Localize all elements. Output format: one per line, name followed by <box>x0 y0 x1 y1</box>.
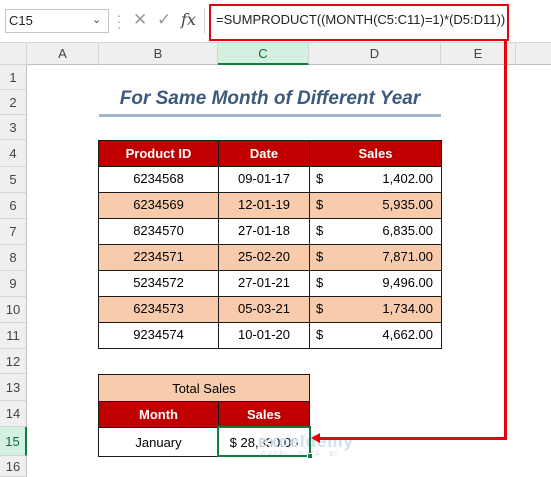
row-header-12[interactable]: 12 <box>0 349 27 374</box>
formula-input[interactable]: =SUMPRODUCT((MONTH(C5:C11)=1)*(D5:D11)) <box>216 12 505 27</box>
table-cell-product-id[interactable]: 6234568 <box>98 166 219 193</box>
table-cell-date[interactable]: 27-01-21 <box>218 270 310 297</box>
chevron-down-icon[interactable]: ⌄ <box>92 13 101 26</box>
row-header-9[interactable]: 9 <box>0 271 27 297</box>
column-header-b[interactable]: B <box>99 43 218 65</box>
row-header-4[interactable]: 4 <box>0 140 27 167</box>
column-header-f[interactable] <box>516 43 551 65</box>
cancel-icon[interactable]: ✕ <box>133 10 147 30</box>
header-product-id: Product ID <box>98 140 219 167</box>
table-cell-product-id[interactable]: 9234574 <box>98 322 219 349</box>
drag-handle-icon[interactable]: · · · <box>116 8 122 34</box>
header-month: Month <box>98 401 219 428</box>
currency-symbol: $ <box>316 301 324 316</box>
row-header-1[interactable]: 1 <box>0 65 27 90</box>
row-header-5[interactable]: 5 <box>0 167 27 193</box>
table-cell-date[interactable]: 10-01-20 <box>218 322 310 349</box>
table-cell-product-id[interactable]: 6234569 <box>98 192 219 219</box>
row-header-2[interactable]: 2 <box>0 90 27 115</box>
row-header-6[interactable]: 6 <box>0 193 27 219</box>
currency-symbol: $ <box>316 249 324 264</box>
sales-amount: 9,496.00 <box>382 275 433 290</box>
row-header-7[interactable]: 7 <box>0 219 27 245</box>
currency-symbol: $ <box>316 275 324 290</box>
header-summary-sales: Sales <box>218 401 310 428</box>
name-box-value: C15 <box>9 13 33 28</box>
column-header-c[interactable]: C <box>218 43 309 65</box>
table-cell-date[interactable]: 27-01-18 <box>218 218 310 245</box>
formula-bar-divider <box>204 8 205 34</box>
table-cell-sales[interactable]: $ 6,835.00 <box>309 218 442 245</box>
select-all-corner[interactable] <box>0 43 27 65</box>
currency-symbol: $ <box>316 223 324 238</box>
active-cell-selection <box>217 426 311 457</box>
sales-amount: 1,402.00 <box>382 171 433 186</box>
row-header-10[interactable]: 10 <box>0 297 27 323</box>
annotation-arrow-icon <box>311 433 320 443</box>
table-cell-sales[interactable]: $ 4,662.00 <box>309 322 442 349</box>
enter-icon[interactable]: ✓ <box>157 10 171 30</box>
sheet-title: For Same Month of Different Year <box>119 88 421 109</box>
table-cell-date[interactable]: 12-01-19 <box>218 192 310 219</box>
sales-amount: 7,871.00 <box>382 249 433 264</box>
table-cell-date[interactable]: 05-03-21 <box>218 296 310 323</box>
table-cell-sales[interactable]: $ 1,734.00 <box>309 296 442 323</box>
header-sales: Sales <box>309 140 442 167</box>
table-cell-sales[interactable]: $ 7,871.00 <box>309 244 442 271</box>
currency-symbol: $ <box>316 171 324 186</box>
sales-amount: 1,734.00 <box>382 301 433 316</box>
table-cell-date[interactable]: 09-01-17 <box>218 166 310 193</box>
row-header-3[interactable]: 3 <box>0 115 27 140</box>
annotation-line-horizontal <box>318 437 507 440</box>
table-cell-sales[interactable]: $ 1,402.00 <box>309 166 442 193</box>
total-sales-title: Total Sales <box>98 374 310 402</box>
table-cell-sales[interactable]: $ 5,935.00 <box>309 192 442 219</box>
month-cell[interactable]: January <box>98 427 219 457</box>
row-header-15[interactable]: 15 <box>0 427 27 456</box>
table-cell-date[interactable]: 25-02-20 <box>218 244 310 271</box>
table-cell-product-id[interactable]: 5234572 <box>98 270 219 297</box>
title-underline <box>99 114 441 117</box>
header-date: Date <box>218 140 310 167</box>
column-header-d[interactable]: D <box>309 43 441 65</box>
annotation-line-vertical <box>504 40 507 440</box>
row-header-14[interactable]: 14 <box>0 401 27 427</box>
sales-amount: 4,662.00 <box>382 327 433 342</box>
table-cell-sales[interactable]: $ 9,496.00 <box>309 270 442 297</box>
fill-handle[interactable] <box>307 453 313 459</box>
sales-amount: 6,835.00 <box>382 223 433 238</box>
row-header-11[interactable]: 11 <box>0 323 27 349</box>
row-header-8[interactable]: 8 <box>0 245 27 271</box>
table-cell-product-id[interactable]: 6234573 <box>98 296 219 323</box>
table-cell-product-id[interactable]: 8234570 <box>98 218 219 245</box>
column-header-a[interactable]: A <box>27 43 99 65</box>
currency-symbol: $ <box>316 197 324 212</box>
table-cell-product-id[interactable]: 2234571 <box>98 244 219 271</box>
insert-function-icon[interactable]: fx <box>181 10 196 29</box>
row-header-13[interactable]: 13 <box>0 374 27 401</box>
currency-symbol: $ <box>316 327 324 342</box>
row-header-16[interactable]: 16 <box>0 456 27 477</box>
sales-amount: 5,935.00 <box>382 197 433 212</box>
